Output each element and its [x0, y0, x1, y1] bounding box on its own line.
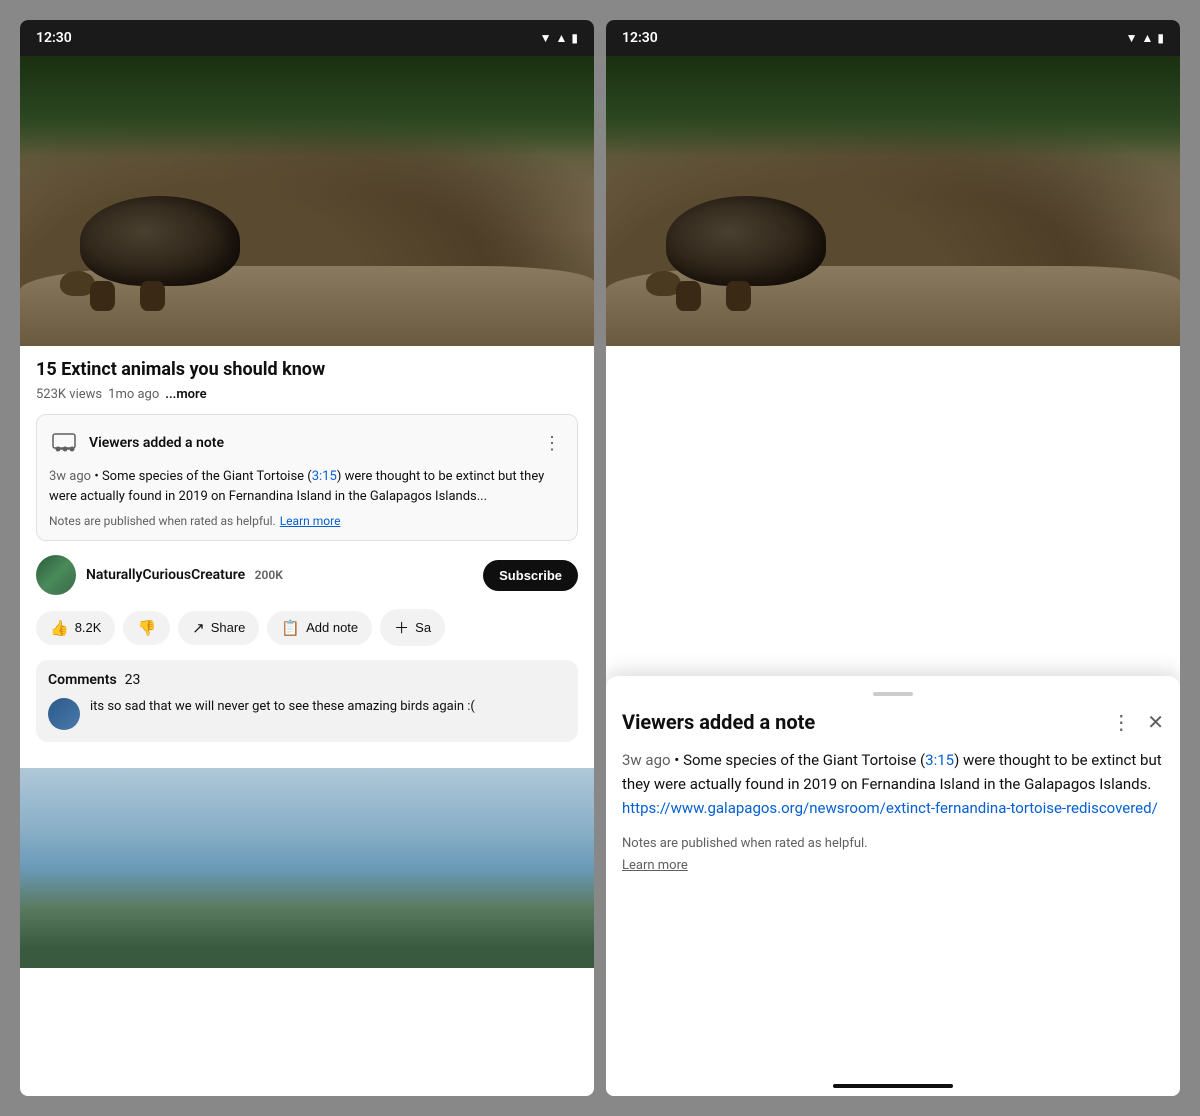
share-icon: ↗ [192, 619, 205, 637]
tortoise-illustration [60, 196, 260, 316]
video-title: 15 Extinct animals you should know [36, 358, 578, 381]
viewers-note-title-row: Viewers added a note [49, 427, 224, 459]
status-time-left: 12:30 [36, 30, 72, 46]
expanded-note-actions: ⋮ ✕ [1111, 710, 1164, 734]
save-button[interactable]: ＋ Sa [380, 609, 445, 646]
viewers-note-title: Viewers added a note [89, 435, 224, 451]
right-phone-screen: 12:30 ▼ ▲ ▮ Vi [606, 20, 1180, 1096]
expanded-note-text-prefix: Some species of the Giant Tortoise ( [683, 751, 925, 769]
expanded-note-bullet: • [674, 751, 683, 769]
expanded-note-panel: Viewers added a note ⋮ ✕ 3w ago • Some s… [606, 676, 1180, 1096]
comment-text: its so sad that we will never get to see… [90, 698, 475, 716]
tortoise-scene-right [606, 56, 1180, 346]
comments-count: 23 [125, 672, 141, 688]
viewers-note-text1: Some species of the Giant Tortoise ( [102, 469, 312, 484]
tortoise-leg-front-right [676, 281, 701, 311]
comments-header: Comments 23 [48, 672, 566, 688]
like-button[interactable]: 👍 8.2K [36, 611, 115, 645]
status-bar-right: 12:30 ▼ ▲ ▮ [606, 20, 1180, 56]
status-icons-left: ▼ ▲ ▮ [540, 31, 578, 45]
expanded-note-close-icon[interactable]: ✕ [1147, 710, 1164, 734]
signal-icon: ▲ [556, 31, 568, 45]
wifi-icon-right: ▼ [1126, 31, 1138, 45]
battery-icon: ▮ [571, 31, 578, 45]
expanded-note-url-link[interactable]: https://www.galapagos.org/newsroom/extin… [622, 799, 1158, 817]
battery-icon-right: ▮ [1157, 31, 1164, 45]
comments-label: Comments [48, 672, 117, 688]
content-area-left: 15 Extinct animals you should know 523K … [20, 346, 594, 768]
subscribe-button[interactable]: Subscribe [483, 560, 578, 591]
dislike-button[interactable]: 👎 [123, 611, 170, 645]
video-thumbnail-left[interactable] [20, 56, 594, 346]
greenery-decoration [20, 56, 594, 156]
viewers-note-timecode-link[interactable]: 3:15 [312, 469, 337, 484]
tortoise-illustration-right [646, 196, 846, 316]
expanded-note-timecode-link[interactable]: 3:15 [925, 751, 954, 769]
save-label: Sa [415, 620, 431, 635]
expanded-note-title: Viewers added a note [622, 710, 815, 734]
viewers-note-header: Viewers added a note ⋮ [49, 427, 565, 459]
status-time-right: 12:30 [622, 30, 658, 46]
add-note-icon: 📋 [281, 619, 300, 637]
tortoise-shell-right [666, 196, 826, 286]
viewers-note-footer: Notes are published when rated as helpfu… [49, 514, 565, 528]
like-count: 8.2K [75, 620, 102, 635]
comment-row: its so sad that we will never get to see… [48, 698, 566, 730]
learn-more-link[interactable]: Learn more [280, 514, 341, 528]
save-icon: ＋ [394, 617, 409, 638]
add-note-label: Add note [306, 620, 358, 635]
tortoise-leg-back-right [726, 281, 751, 311]
video-age: 1mo ago [108, 387, 159, 402]
expanded-note-body: 3w ago • Some species of the Giant Torto… [622, 748, 1164, 820]
expanded-note-menu-icon[interactable]: ⋮ [1111, 710, 1131, 734]
video-thumbnail-right[interactable] [606, 56, 1180, 346]
left-phone-screen: 12:30 ▼ ▲ ▮ 15 Extinct animals [20, 20, 594, 1096]
commenter-avatar [48, 698, 80, 730]
video-views: 523K views [36, 387, 102, 402]
action-buttons: 👍 8.2K 👎 ↗ Share 📋 Add note ＋ Sa [36, 609, 578, 646]
expanded-note-footer: Notes are published when rated as helpfu… [622, 834, 1164, 875]
second-video-thumbnail[interactable] [20, 768, 594, 968]
share-label: Share [211, 620, 246, 635]
thumbs-down-icon: 👎 [137, 619, 156, 637]
greenery-decoration-right [606, 56, 1180, 156]
tortoise-leg-front [90, 281, 115, 311]
share-button[interactable]: ↗ Share [178, 611, 259, 645]
viewers-note-timestamp: 3w ago [49, 469, 91, 484]
expanded-note-header: Viewers added a note ⋮ ✕ [622, 710, 1164, 734]
signal-icon-right: ▲ [1142, 31, 1154, 45]
viewers-community-icon [49, 427, 81, 459]
channel-subs: 200K [255, 568, 283, 582]
tortoise-scene [20, 56, 594, 346]
viewers-note-body: 3w ago • Some species of the Giant Torto… [49, 467, 565, 506]
viewers-note-bullet: • [94, 469, 102, 484]
expanded-learn-more-link[interactable]: Learn more [622, 856, 1164, 876]
bottom-navigation-bar [833, 1084, 953, 1088]
viewers-note-footer-text: Notes are published when rated as helpfu… [49, 514, 276, 528]
viewers-note-menu-button[interactable]: ⋮ [539, 429, 565, 458]
status-bar-left: 12:30 ▼ ▲ ▮ [20, 20, 594, 56]
thumbs-up-icon: 👍 [50, 619, 69, 637]
expanded-note-footer-text: Notes are published when rated as helpfu… [622, 836, 868, 851]
channel-name[interactable]: NaturallyCuriousCreature 200K [86, 567, 473, 583]
tortoise-shell [80, 196, 240, 286]
add-note-button[interactable]: 📋 Add note [267, 611, 372, 645]
status-icons-right: ▼ ▲ ▮ [1126, 31, 1164, 45]
expanded-note-timestamp: 3w ago [622, 751, 671, 769]
tortoise-leg-back [140, 281, 165, 311]
panel-handle [873, 692, 913, 696]
video-meta: 523K views 1mo ago ...more [36, 387, 578, 402]
comments-section[interactable]: Comments 23 its so sad that we will neve… [36, 660, 578, 742]
more-button[interactable]: ...more [165, 387, 206, 402]
wifi-icon: ▼ [540, 31, 552, 45]
channel-row: NaturallyCuriousCreature 200K Subscribe [36, 555, 578, 595]
channel-avatar[interactable] [36, 555, 76, 595]
viewers-note-card: Viewers added a note ⋮ 3w ago • Some spe… [36, 414, 578, 541]
